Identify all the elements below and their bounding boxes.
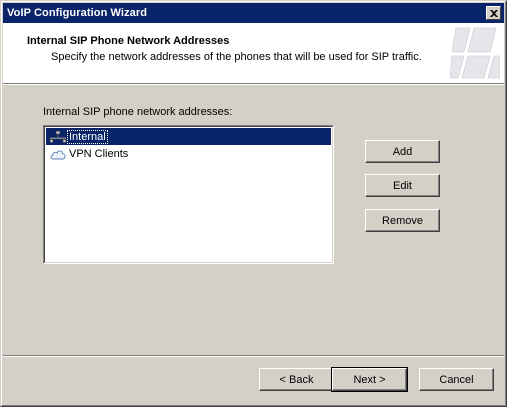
add-button[interactable]: Add — [365, 140, 440, 163]
header-divider-highlight — [3, 84, 504, 85]
cancel-button[interactable]: Cancel — [419, 368, 494, 391]
footer-divider-highlight — [3, 356, 504, 357]
page-title: Internal SIP Phone Network Addresses — [27, 35, 230, 47]
page-subtitle: Specify the network addresses of the pho… — [51, 51, 422, 63]
address-list-label: Internal SIP phone network addresses: — [43, 106, 233, 118]
cloud-icon — [50, 146, 66, 162]
window-title: VoIP Configuration Wizard — [7, 7, 148, 19]
remove-button[interactable]: Remove — [365, 209, 440, 232]
next-button[interactable]: Next > — [331, 367, 408, 392]
address-listbox-inner: Internal VPN Clients — [44, 126, 333, 263]
back-button[interactable]: < Back — [259, 368, 334, 391]
list-item-vpn-clients[interactable]: VPN Clients — [46, 145, 331, 162]
network-icon — [50, 129, 66, 145]
edit-button[interactable]: Edit — [365, 174, 440, 197]
close-button[interactable] — [486, 6, 501, 20]
wizard-banner-graphic — [450, 26, 500, 80]
list-item-internal[interactable]: Internal — [46, 128, 331, 145]
wizard-window: VoIP Configuration Wizard Internal SIP P… — [0, 0, 507, 407]
wizard-header: Internal SIP Phone Network Addresses Spe… — [3, 23, 504, 83]
close-icon — [489, 9, 498, 17]
title-bar[interactable]: VoIP Configuration Wizard — [3, 3, 504, 23]
list-item-label: Internal — [67, 129, 108, 144]
address-listbox[interactable]: Internal VPN Clients — [43, 125, 334, 264]
list-item-label: VPN Clients — [69, 147, 129, 160]
